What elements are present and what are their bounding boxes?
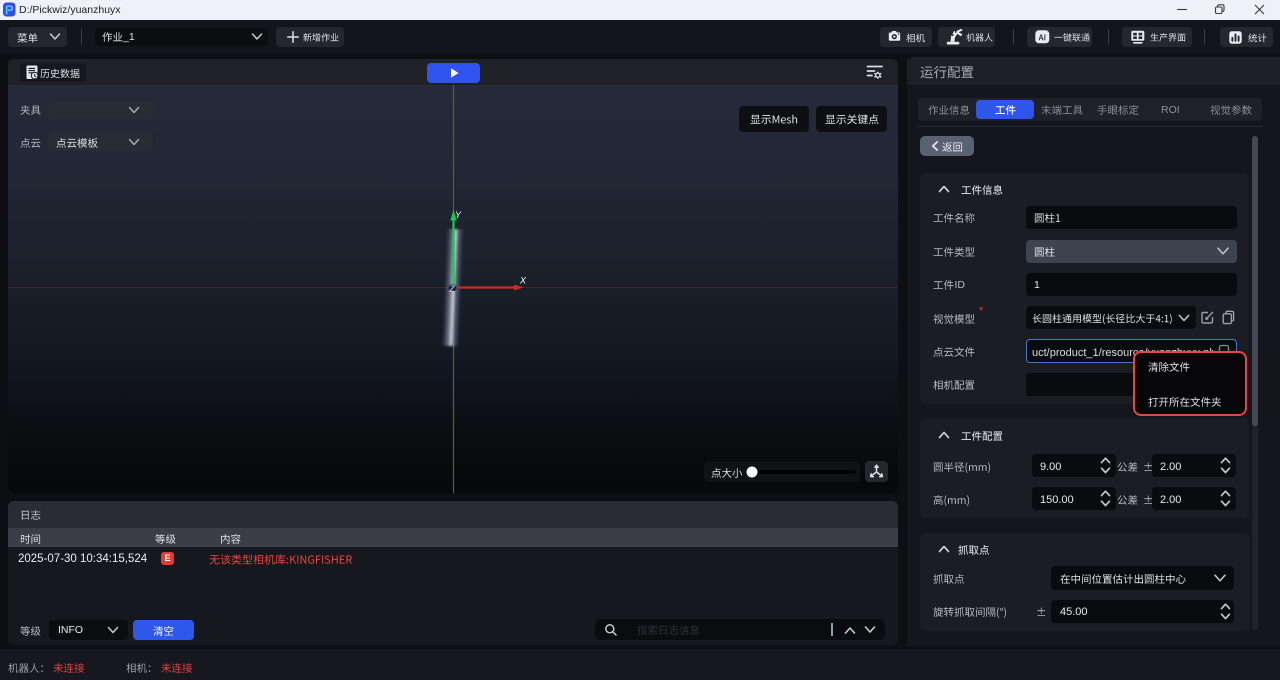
svg-text:Y: Y [455,210,462,220]
svg-text:Z: Z [449,284,456,294]
svg-text:X: X [519,276,527,286]
